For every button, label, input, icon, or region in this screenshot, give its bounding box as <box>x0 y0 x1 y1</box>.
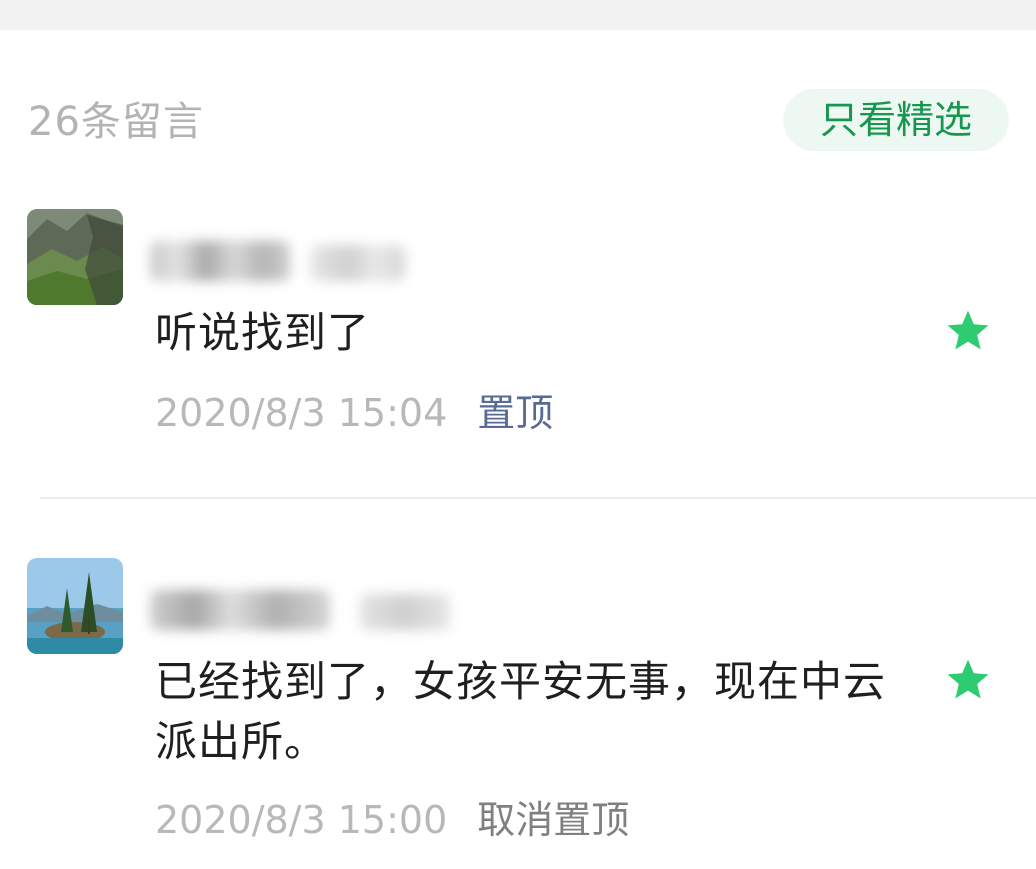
featured-star-icon[interactable] <box>944 307 992 355</box>
avatar[interactable] <box>27 558 123 654</box>
comment-meta: 2020/8/3 15:00 取消置顶 <box>155 796 629 844</box>
username-blurred <box>150 241 290 281</box>
username-blurred <box>150 590 330 630</box>
comment-meta: 2020/8/3 15:04 置顶 <box>155 389 553 437</box>
comment-item: 已经找到了，女孩平安无事，现在中云派出所。 2020/8/3 15:00 取消置顶 <box>0 558 1036 858</box>
comment-divider <box>40 497 1036 499</box>
featured-star-icon[interactable] <box>944 656 992 704</box>
comment-text: 已经找到了，女孩平安无事，现在中云派出所。 <box>155 657 887 766</box>
avatar[interactable] <box>27 209 123 305</box>
unpin-button[interactable]: 取消置顶 <box>477 798 629 842</box>
comment-timestamp: 2020/8/3 15:00 <box>155 798 448 842</box>
user-badge-blurred <box>360 594 450 630</box>
comment-item: 听说找到了 2020/8/3 15:04 置顶 <box>0 209 1036 469</box>
user-badge-blurred <box>310 245 405 281</box>
top-band <box>0 0 1036 30</box>
comment-count: 26条留言 <box>28 99 204 145</box>
comment-text: 听说找到了 <box>155 308 371 357</box>
comment-timestamp: 2020/8/3 15:04 <box>155 391 448 435</box>
featured-only-button[interactable]: 只看精选 <box>783 89 1009 151</box>
pin-button[interactable]: 置顶 <box>477 391 553 435</box>
